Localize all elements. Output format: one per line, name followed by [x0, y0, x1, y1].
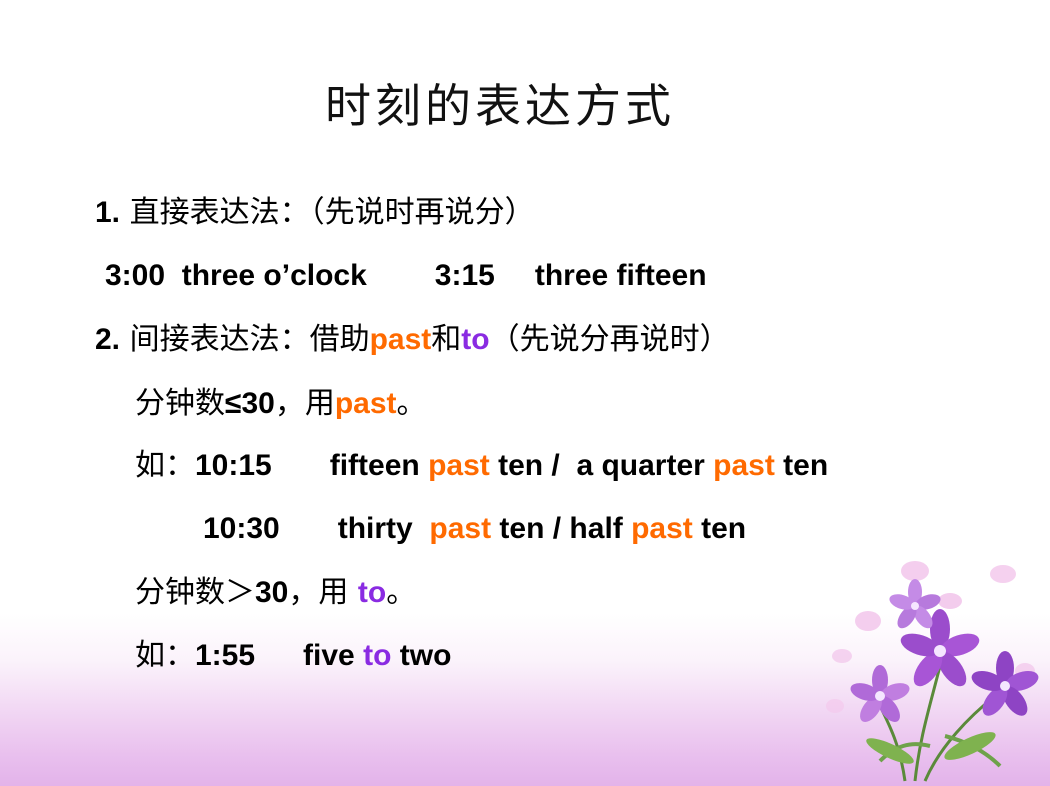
rule-to-keyword: to [357, 576, 387, 609]
example-1015-words-a: fifteen [329, 449, 429, 482]
example-words-300: three o’clock [181, 259, 367, 292]
method-2-note: （先说分再说时） [489, 322, 730, 357]
method-2-text: 间接表达法：借助 [120, 322, 370, 357]
rule-past-condition: ≤30 [225, 387, 275, 420]
example-1015-words-c: ten [774, 449, 829, 482]
example-155: 如：1:55 five to two [135, 636, 451, 676]
example-1015: 如：10:15 fifteen past ten / a quarter past… [135, 446, 828, 486]
example-1030-past-a: past [429, 512, 492, 545]
method-2-and: 和 [431, 322, 462, 357]
keyword-to: to [461, 323, 490, 356]
rule-to-condition: 30 [255, 576, 289, 609]
method-1-heading: 1. 直接表达法：（先说时再说分） [95, 193, 535, 233]
method-2-number: 2. [95, 323, 121, 356]
example-1030-words-c: ten [692, 512, 747, 545]
method-2-heading: 2. 间接表达法：借助past和to（先说分再说时） [95, 320, 730, 360]
example-1030-words-b: ten / half [491, 512, 632, 545]
rule-to: 分钟数＞30，用 to。 [135, 573, 416, 613]
example-words-315: three fifteen [534, 259, 707, 292]
example-155-words-a: five [303, 639, 364, 672]
rule-to-use: ，用 [288, 575, 358, 610]
method-1-number: 1. [95, 196, 121, 229]
example-155-time: 1:55 [195, 639, 256, 672]
example-155-to: to [363, 639, 392, 672]
example-1030-words-a: thirty [337, 512, 430, 545]
rule-to-label: 分钟数＞ [135, 575, 255, 610]
rule-past-use: ，用 [274, 386, 335, 421]
rule-past-keyword: past [334, 387, 397, 420]
example-time-300: 3:00 [105, 259, 166, 292]
example-1030-past-b: past [631, 512, 693, 545]
rule-past-end: 。 [396, 386, 427, 421]
direct-examples: 3:00 three o’clock 3:15 three fifteen [105, 256, 707, 296]
rule-to-end: 。 [386, 575, 417, 610]
example-1030: 10:30 thirty past ten / half past ten [203, 509, 746, 549]
example-1030-time: 10:30 [203, 512, 280, 545]
example-1015-past-a: past [428, 449, 490, 482]
example-time-315: 3:15 [434, 259, 495, 292]
example-1015-time: 10:15 [195, 449, 272, 482]
method-1-text: 直接表达法：（先说时再说分） [120, 195, 535, 230]
keyword-past: past [369, 323, 432, 356]
slide: 时刻的表达方式 1. 直接表达法：（先说时再说分） 3:00 three o’c… [0, 0, 1050, 786]
rule-past-label: 分钟数 [135, 386, 225, 421]
example-155-prefix: 如： [135, 638, 195, 673]
example-155-words-b: two [391, 639, 452, 672]
example-spacer [165, 259, 182, 292]
slide-title: 时刻的表达方式 [325, 79, 675, 133]
purple-flowers-icon [826, 561, 1039, 782]
example-1015-prefix: 如： [135, 448, 195, 483]
rule-past: 分钟数≤30，用past。 [135, 384, 427, 424]
example-1015-past-b: past [713, 449, 775, 482]
example-1015-words-b: ten / a quarter [489, 449, 714, 482]
